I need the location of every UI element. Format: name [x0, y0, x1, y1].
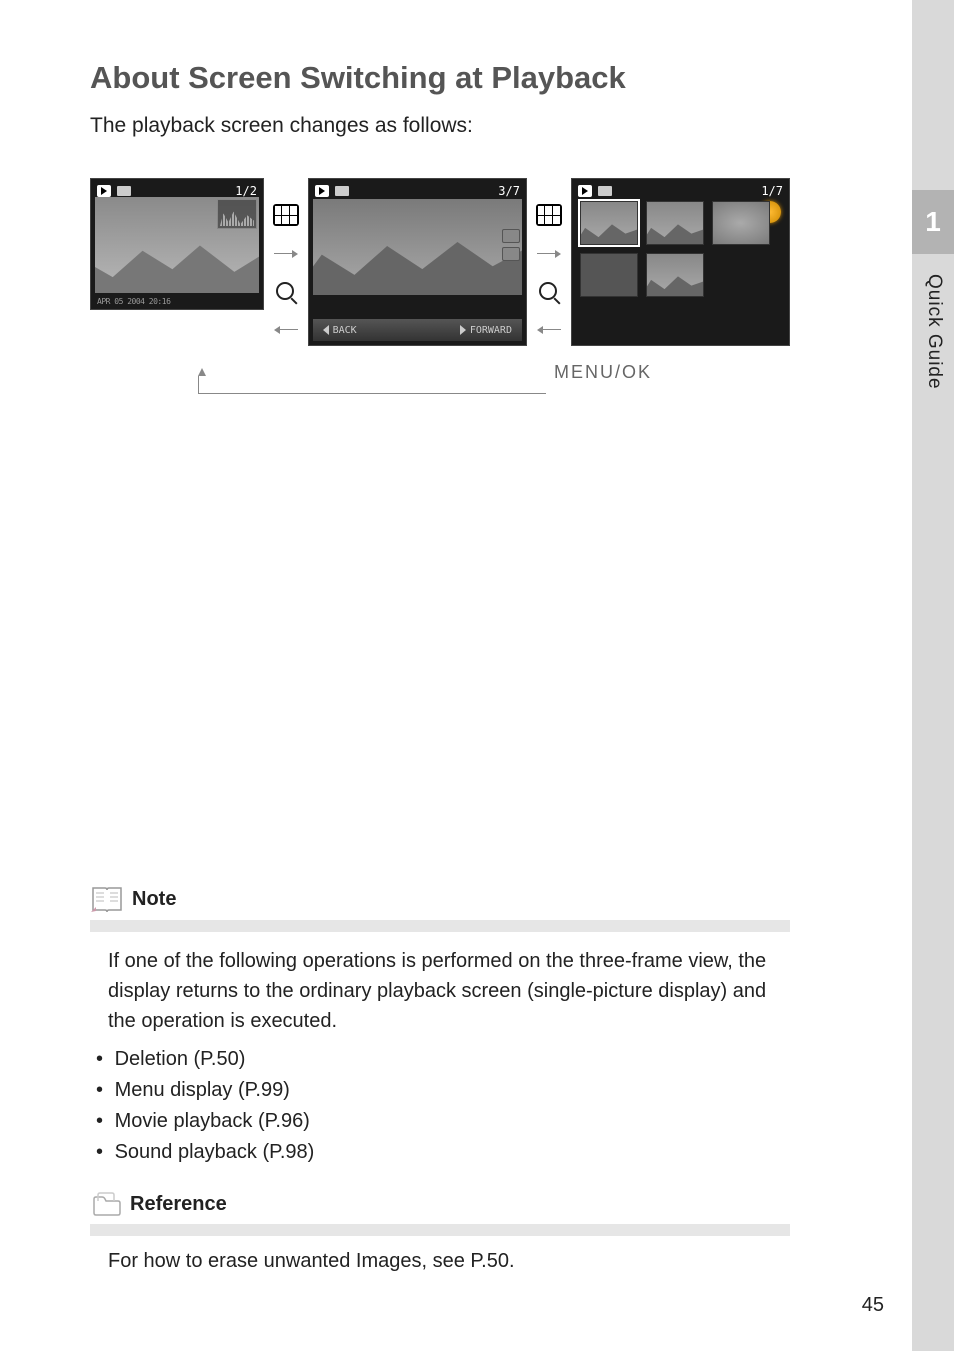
zoom-icon — [276, 282, 296, 302]
thumbnail — [580, 253, 638, 297]
back-label: BACK — [333, 325, 357, 336]
playback-screen-three-frame: 3/7 BACK FORWARD — [308, 178, 527, 346]
reference-divider — [90, 1224, 790, 1236]
reference-icon — [90, 1190, 124, 1218]
playback-screen-single: 1/2 APR 05 2004 20:16 — [90, 178, 264, 310]
note-block: Note If one of the following operations … — [90, 884, 790, 1168]
nav-bar: BACK FORWARD — [313, 319, 522, 341]
memory-icon — [117, 186, 131, 196]
transition-controls — [270, 178, 302, 334]
frame-counter: 3/7 — [498, 184, 520, 198]
overlay-icons — [502, 229, 520, 261]
play-icon — [315, 185, 329, 197]
list-item: Deletion (P.50) — [90, 1044, 790, 1075]
thumbnail-button-icon — [536, 204, 562, 226]
frame-counter: 1/2 — [235, 184, 257, 198]
menu-ok-callout: MENU/OK — [90, 354, 790, 394]
playback-diagram: 1/2 APR 05 2004 20:16 3/7 BACK FORWA — [90, 178, 790, 346]
list-item: Movie playback (P.96) — [90, 1106, 790, 1137]
histogram-overlay — [217, 199, 257, 229]
list-item: Menu display (P.99) — [90, 1075, 790, 1106]
thumbnail — [646, 253, 704, 297]
note-divider — [90, 920, 790, 932]
triangle-left-icon — [323, 325, 329, 335]
page-number: 45 — [862, 1294, 884, 1317]
thumbnail-grid — [580, 201, 780, 297]
arrow-left-icon — [274, 326, 298, 334]
note-body: If one of the following operations is pe… — [90, 946, 790, 1036]
callout-bracket — [198, 376, 546, 394]
transition-controls — [533, 178, 565, 334]
side-tab: 1 Quick Guide — [912, 190, 954, 390]
lead-text: The playback screen changes as follows: — [90, 114, 790, 138]
chapter-label: Quick Guide — [912, 254, 945, 390]
photo-date: APR 05 2004 20:16 — [97, 297, 170, 306]
play-icon — [97, 185, 111, 197]
play-icon — [578, 185, 592, 197]
reference-block: Reference For how to erase unwanted Imag… — [90, 1190, 790, 1273]
note-icon — [90, 884, 124, 914]
memory-icon — [598, 186, 612, 196]
playback-screen-thumbnails: 1/7 — [571, 178, 790, 346]
arrow-right-icon — [274, 250, 298, 258]
reference-body: For how to erase unwanted Images, see P.… — [90, 1250, 790, 1273]
note-title: Note — [132, 888, 176, 911]
reference-title: Reference — [130, 1193, 227, 1216]
thumbnail-button-icon — [273, 204, 299, 226]
arrow-right-icon — [537, 250, 561, 258]
forward-label: FORWARD — [470, 325, 512, 336]
frame-counter: 1/7 — [761, 184, 783, 198]
zoom-icon — [539, 282, 559, 302]
list-item: Sound playback (P.98) — [90, 1137, 790, 1168]
photo-preview-large — [313, 199, 522, 295]
thumbnail — [580, 201, 638, 245]
arrow-left-icon — [537, 326, 561, 334]
note-list: Deletion (P.50) Menu display (P.99) Movi… — [90, 1044, 790, 1168]
thumbnail — [712, 201, 770, 245]
memory-icon — [335, 186, 349, 196]
menu-ok-label: MENU/OK — [554, 362, 652, 383]
thumbnail — [646, 201, 704, 245]
triangle-right-icon — [460, 325, 466, 335]
section-title: About Screen Switching at Playback — [90, 60, 790, 96]
chapter-number: 1 — [912, 190, 954, 254]
